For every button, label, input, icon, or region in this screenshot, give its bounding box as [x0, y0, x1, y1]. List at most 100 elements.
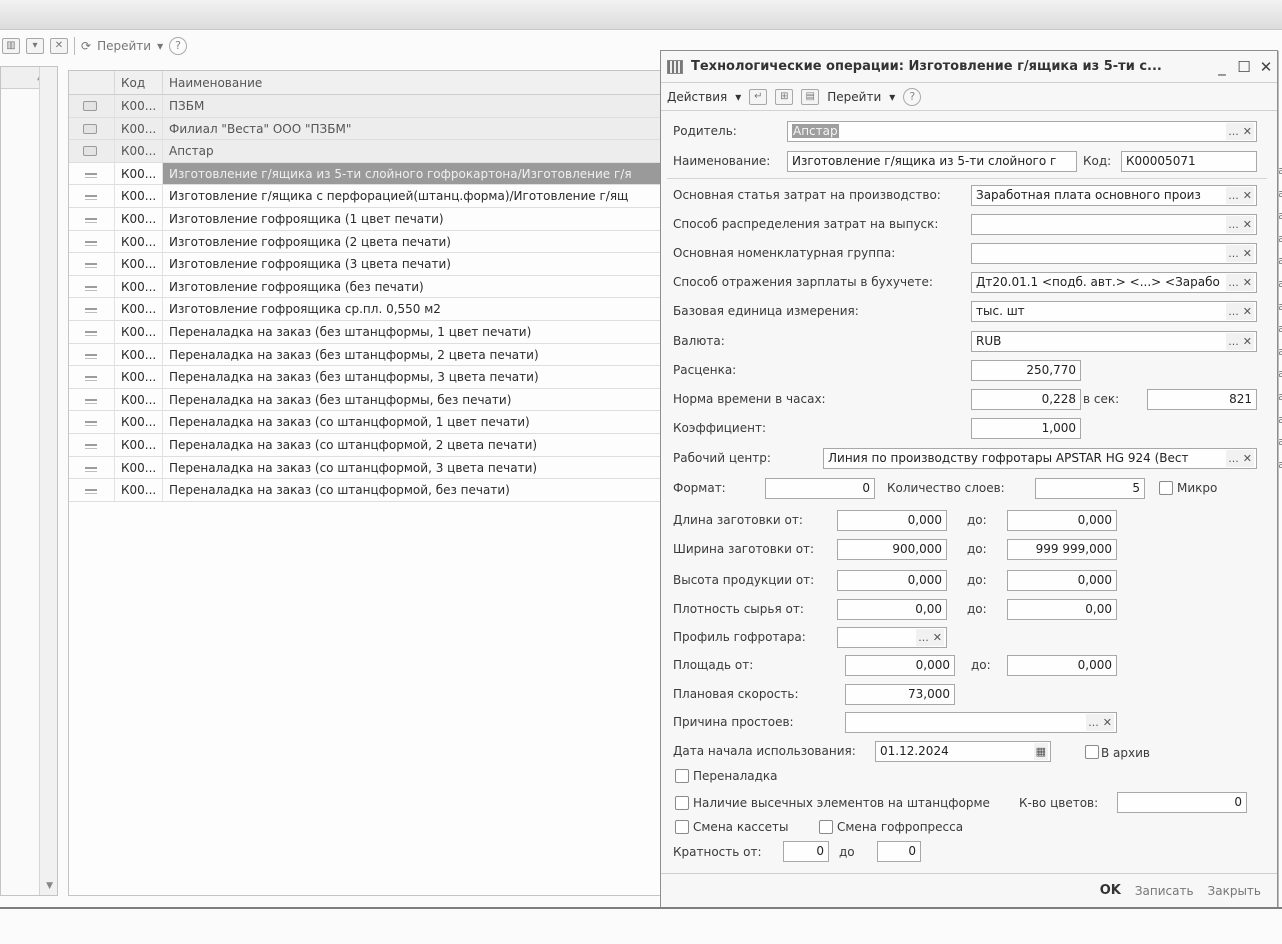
salary-reflection-label: Способ отражения зарплаты в бухучете: — [673, 275, 933, 289]
parent-field[interactable]: Апстар... ✕ — [787, 121, 1257, 142]
ok-button[interactable]: OK — [1100, 883, 1121, 898]
currency-field[interactable]: RUB... ✕ — [971, 331, 1257, 352]
item-icon — [85, 421, 97, 427]
close-button[interactable]: Закрыть — [1208, 884, 1261, 898]
actions-menu[interactable]: Действия — [667, 90, 727, 104]
downtime-field[interactable]: ... ✕ — [845, 712, 1117, 733]
filter-icon[interactable]: ▥ — [2, 38, 20, 54]
row-name: Переналадка на заказ (со штанцформой, 2 … — [163, 433, 661, 456]
height-to-field[interactable]: 0,000 — [1007, 570, 1117, 591]
density-to-field[interactable]: 0,00 — [1007, 599, 1117, 620]
name-field[interactable]: Изготовление г/ящика из 5-ти слойного г — [787, 151, 1077, 172]
table-row[interactable]: К00... Переналадка на заказ (со штанцформ… — [69, 411, 661, 434]
coef-field[interactable]: 1,000 — [971, 418, 1081, 439]
tree-scrollbar[interactable]: ▼ — [39, 67, 57, 895]
select-icon: ... ✕ — [1226, 274, 1254, 291]
table-row[interactable]: К00... Изготовление гофроящика (без печат… — [69, 275, 661, 299]
format-field[interactable]: 0 — [765, 478, 875, 499]
multiplicity-to-field[interactable]: 0 — [877, 841, 921, 862]
area-from-field[interactable]: 0,000 — [845, 655, 955, 676]
profile-field[interactable]: ... ✕ — [837, 627, 947, 648]
chevron-down-icon[interactable]: ▾ — [157, 39, 163, 53]
item-icon — [85, 240, 97, 246]
start-date-field[interactable]: 01.12.2024 ▦ — [875, 741, 1051, 762]
table-row[interactable]: К00... Изготовление гофроящика (3 цвета п… — [69, 253, 661, 276]
dialog-goto-menu[interactable]: Перейти — [827, 90, 881, 104]
dialog-title-bar[interactable]: Технологические операции: Изготовление г… — [661, 51, 1277, 83]
group-row[interactable]: К00... ПЗБМ — [69, 95, 661, 118]
group-row[interactable]: К00... Апстар — [69, 140, 661, 163]
density-from-field[interactable]: 0,00 — [837, 599, 947, 620]
structure-icon[interactable]: ⊞ — [775, 88, 794, 105]
row-icon-cell — [69, 343, 115, 366]
table-row[interactable]: К00... Переналадка на заказ (со штанцформ… — [69, 479, 661, 502]
area-to-field[interactable]: 0,000 — [1007, 655, 1117, 676]
press-checkbox[interactable] — [819, 820, 833, 834]
colors-field[interactable]: 0 — [1117, 792, 1247, 813]
list-header-icon-col — [69, 71, 115, 94]
save-button[interactable]: Записать — [1135, 884, 1194, 898]
tree-panel[interactable]: ▲ ▼ — [0, 66, 58, 896]
row-name: Изготовление гофроящика (1 цвет печати) — [163, 207, 661, 230]
table-row[interactable]: К00... Изготовление гофроящика (1 цвет пе… — [69, 207, 661, 231]
refresh-icon[interactable]: ⟳ — [81, 39, 91, 53]
table-row[interactable]: К00... Изготовление г/ящика из 5-ти слойн… — [69, 162, 661, 186]
width-to-field[interactable]: 999 999,000 — [1007, 539, 1117, 560]
table-row[interactable]: К00... Изготовление гофроящика ср.пл. 0,5… — [69, 298, 661, 321]
sec-field[interactable]: 821 — [1147, 389, 1257, 410]
code-field[interactable]: К00005071 — [1121, 151, 1257, 172]
operations-list[interactable]: Код Наименование К00... ПЗБМ К00... Филиал … — [68, 70, 662, 896]
salary-reflection-field[interactable]: Дт20.01.1 <подб. авт.> <...> <Зарабо... ✕ — [971, 272, 1257, 293]
help-icon[interactable]: ? — [903, 87, 922, 106]
maximize-icon[interactable]: ☐ — [1233, 58, 1255, 76]
help-icon[interactable]: ? — [169, 37, 188, 55]
group-row[interactable]: К00... Филиал "Веста" ООО "ПЗБМ" — [69, 117, 661, 141]
cassette-checkbox[interactable] — [675, 820, 689, 834]
row-code: К00... — [115, 456, 163, 479]
layers-field[interactable]: 5 — [1035, 478, 1145, 499]
save-icon[interactable]: ↵ — [749, 88, 768, 105]
unit-field[interactable]: тыс. шт... ✕ — [971, 301, 1257, 322]
work-center-field[interactable]: Линия по производству гофротары APSTAR H… — [823, 448, 1257, 469]
speed-field[interactable]: 73,000 — [845, 684, 955, 705]
list-header-name[interactable]: Наименование — [163, 71, 661, 94]
length-to-field[interactable]: 0,000 — [1007, 510, 1117, 531]
rate-field[interactable]: 250,770 — [971, 360, 1081, 381]
scroll-down-icon[interactable]: ▼ — [46, 881, 53, 891]
table-row[interactable]: К00... Переналадка на заказ (без штанцфор… — [69, 343, 661, 367]
time-norm-field[interactable]: 0,228 — [971, 389, 1081, 410]
table-row[interactable]: К00... Изготовление г/ящика с перфорацией… — [69, 185, 661, 208]
distribution-field[interactable]: ... ✕ — [971, 214, 1257, 235]
width-from-field[interactable]: 900,000 — [837, 539, 947, 560]
item-icon — [85, 330, 97, 336]
height-from-field[interactable]: 0,000 — [837, 570, 947, 591]
chevron-down-icon[interactable]: ▾ — [889, 90, 895, 104]
cost-item-field[interactable]: Заработная плата основного произ... ✕ — [971, 185, 1257, 206]
table-row[interactable]: К00... Переналадка на заказ (со штанцформ… — [69, 456, 661, 480]
table-row[interactable]: К00... Переналадка на заказ (без штанцфор… — [69, 320, 661, 344]
row-name: Переналадка на заказ (без штанцформы, 1 … — [163, 320, 661, 343]
table-row[interactable]: К00... Переналадка на заказ (со штанцформ… — [69, 433, 661, 457]
row-icon-cell — [69, 207, 115, 230]
table-row[interactable]: К00... Переналадка на заказ (без штанцфор… — [69, 388, 661, 412]
clear-filter-icon[interactable]: ✕ — [50, 38, 68, 54]
nomenclature-group-field[interactable]: ... ✕ — [971, 243, 1257, 264]
row-icon-cell — [69, 95, 115, 117]
length-from-field[interactable]: 0,000 — [837, 510, 947, 531]
list-header-code[interactable]: Код — [115, 71, 163, 94]
readjust-checkbox[interactable] — [675, 769, 689, 783]
window-top-band — [0, 0, 1282, 30]
table-row[interactable]: К00... Переналадка на заказ (без штанцфор… — [69, 366, 661, 389]
micro-checkbox[interactable] — [1159, 481, 1173, 495]
minimize-icon[interactable]: _ — [1211, 58, 1233, 76]
cutting-elements-checkbox[interactable] — [675, 796, 689, 810]
close-icon[interactable]: ✕ — [1255, 58, 1277, 76]
table-row[interactable]: К00... Изготовление гофроящика (2 цвета п… — [69, 230, 661, 254]
row-icon-cell — [69, 140, 115, 162]
multiplicity-from-field[interactable]: 0 — [783, 841, 829, 862]
archive-checkbox[interactable] — [1085, 745, 1099, 759]
goto-menu[interactable]: Перейти — [97, 39, 151, 53]
document-icon[interactable]: ▤ — [801, 88, 820, 105]
filter-dropdown-icon[interactable]: ▾ — [26, 38, 44, 54]
chevron-down-icon[interactable]: ▾ — [735, 90, 741, 104]
